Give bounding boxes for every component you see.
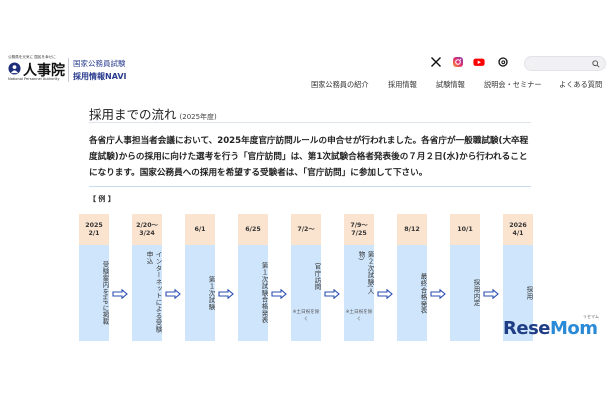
example-label: 【 例 】 [89, 195, 115, 203]
flow-step-date-line1: 7/9〜 [350, 221, 368, 229]
flow-step-4: 6/25 第１次試験合格発表 [238, 214, 268, 341]
nav-exam-info[interactable]: 試験情報 [436, 80, 465, 90]
watermark-text-a: Rese [503, 318, 551, 339]
flow-step-date: 2026 4/1 [503, 214, 533, 245]
flow-step-text: 採用内定 [472, 279, 480, 307]
flow-step-date: 2/20〜 3/24 [132, 214, 162, 245]
flow-arrow-icon [377, 289, 393, 299]
flow-step-note: ※土日祝を除く [345, 310, 373, 322]
youtube-icon[interactable] [473, 56, 485, 68]
flow-step-7: 8/12 最終合格発表 [397, 214, 427, 341]
flow-arrow-icon [112, 289, 128, 299]
watermark-text: ReseMom [503, 318, 598, 339]
flow-step-8: 10/1 採用内定 [450, 214, 480, 341]
flow-step-date: 8/12 [397, 214, 427, 245]
flow-step-text: 第２次試験(人物) [357, 251, 374, 295]
flow-step-text: 官庁訪問 [313, 263, 321, 291]
flow-arrow-icon [430, 289, 446, 299]
flow-step-2: 2/20〜 3/24 インターネットによる受験申込 [132, 214, 162, 341]
site-name-line2: 採用情報NAVI [73, 72, 127, 81]
flow-step-date-line2: 4/1 [512, 229, 524, 237]
search-box[interactable] [524, 56, 606, 71]
title-underline [89, 122, 531, 123]
flow-step-date: 7/2〜 [291, 214, 321, 245]
flow-arrow-icon [483, 289, 499, 299]
flow-step-date-line1: 8/12 [404, 225, 420, 233]
flow-step-date: 6/25 [238, 214, 268, 245]
flow-arrow-icon [165, 289, 181, 299]
flow-step-date: 2025 2/1 [79, 214, 109, 245]
flow-arrow-icon [218, 289, 234, 299]
flow-step-date-line1: 6/1 [194, 225, 206, 233]
site-name[interactable]: 国家公務員試験 採用情報NAVI [73, 58, 127, 82]
flow-step-date: 6/1 [185, 214, 215, 245]
flow-step-text: 最終合格発表 [419, 272, 427, 314]
flow-step-date-line1: 2026 [509, 221, 527, 229]
flow-step-date: 10/1 [450, 214, 480, 245]
logo-english: National Personnel Authority [8, 77, 60, 81]
paragraph-divider [89, 186, 531, 187]
npa-logo[interactable]: 公務員を元気に 国民を幸せに 人事院 National Personnel Au… [8, 55, 66, 87]
x-icon[interactable] [430, 56, 442, 68]
page-title-year: (2025年度) [179, 113, 217, 121]
flow-step-date-line1: 2/20〜 [136, 221, 158, 229]
flow-step-5: 7/2〜 官庁訪問 ※土日祝を除く [291, 214, 321, 341]
nav-seminars[interactable]: 説明会・セミナー [484, 80, 542, 90]
flow-step-6: 7/9〜 7/25 第２次試験(人物) ※土日祝を除く [344, 214, 374, 341]
flow-step-date-line2: 3/24 [139, 229, 155, 237]
search-input[interactable] [531, 58, 591, 69]
flow-arrow-icon [271, 289, 287, 299]
nav-faq[interactable]: よくある質問 [559, 80, 602, 90]
flow-step-date-line1: 7/2〜 [297, 225, 315, 233]
flow-arrow-icon [324, 289, 340, 299]
flow-step-note: ※土日祝を除く [292, 310, 320, 322]
flow-step-1: 2025 2/1 受験案内をHPに掲載 [79, 214, 109, 341]
instagram-icon[interactable] [452, 56, 464, 68]
flow-step-3: 6/1 第１次試験 [185, 214, 215, 341]
flow-step-date-line2: 7/25 [351, 229, 367, 237]
page-title-text: 採用までの流れ [89, 107, 177, 122]
flow-step-text: 第１次試験 [207, 276, 215, 310]
flow-step-date-line1: 6/25 [245, 225, 261, 233]
threads-icon[interactable] [497, 56, 509, 68]
nav-civil-servant-intro[interactable]: 国家公務員の紹介 [311, 80, 369, 90]
flow-step-date-line1: 10/1 [457, 225, 473, 233]
header-divider [68, 58, 69, 82]
npa-emblem-icon [8, 62, 21, 75]
flow-step-date: 7/9〜 7/25 [344, 214, 374, 245]
flow-step-date-line1: 2025 [85, 221, 103, 229]
watermark-text-b: Mom [550, 318, 598, 339]
intro-paragraph: 各省庁人事担当者会議において、2025年度官庁訪問ルールの申合せが行われました。… [89, 136, 529, 178]
flow-step-text: インターネットによる受験申込 [145, 251, 162, 333]
flow-step-text: 受験案内をHPに掲載 [101, 261, 109, 325]
flow-step-text: 第１次試験合格発表 [260, 262, 268, 324]
flow-step-date-line2: 2/1 [88, 229, 100, 237]
page-title: 採用までの流れ (2025年度) [89, 104, 217, 123]
nav-recruitment-info[interactable]: 採用情報 [388, 80, 417, 90]
site-name-line1: 国家公務員試験 [73, 59, 126, 68]
resemom-watermark: リセマム ReseMom [503, 314, 603, 348]
search-icon[interactable] [592, 60, 600, 68]
